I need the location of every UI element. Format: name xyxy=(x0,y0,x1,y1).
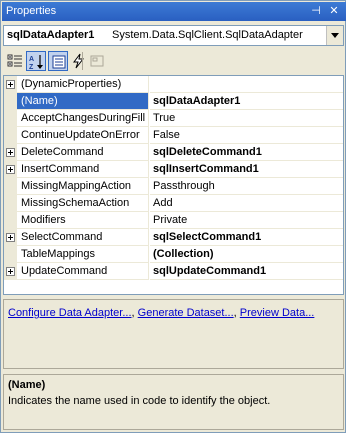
object-selector-dropdown-button[interactable] xyxy=(326,26,343,45)
property-name[interactable]: MissingSchemaAction xyxy=(17,195,149,212)
categorized-icon xyxy=(7,54,22,67)
property-row[interactable]: (DynamicProperties) xyxy=(4,76,343,93)
property-grid: (DynamicProperties) (Name) sqlDataAdapter1… xyxy=(3,75,344,295)
toolbar-separator xyxy=(82,52,83,70)
expand-icon[interactable] xyxy=(6,267,15,276)
property-name[interactable]: MissingMappingAction xyxy=(17,178,149,195)
property-value[interactable]: sqlUpdateCommand1 xyxy=(150,263,343,280)
property-row[interactable]: DeleteCommand sqlDeleteCommand1 xyxy=(4,144,343,161)
property-value[interactable]: sqlDataAdapter1 xyxy=(150,93,343,110)
object-selector[interactable]: sqlDataAdapter1 System.Data.SqlClient.Sq… xyxy=(3,25,344,46)
property-value[interactable] xyxy=(150,76,343,93)
close-icon[interactable]: ✕ xyxy=(327,5,341,18)
property-pages-button[interactable] xyxy=(87,51,107,71)
object-name: sqlDataAdapter1 xyxy=(7,29,95,41)
expand-icon[interactable] xyxy=(6,148,15,157)
property-row[interactable]: Modifiers Private xyxy=(4,212,343,229)
row-gutter xyxy=(4,76,17,93)
row-gutter xyxy=(4,212,17,229)
alphabetical-button[interactable]: A Z xyxy=(26,51,46,71)
property-pages-icon xyxy=(90,55,104,67)
alphabetical-icon: A Z xyxy=(29,55,43,70)
row-gutter xyxy=(4,263,17,280)
property-row[interactable]: ContinueUpdateOnError False xyxy=(4,127,343,144)
link-separator: , xyxy=(131,307,135,319)
expand-icon[interactable] xyxy=(6,233,15,242)
description-title: (Name) xyxy=(8,379,46,391)
svg-text:Z: Z xyxy=(29,64,34,70)
property-name[interactable]: (DynamicProperties) xyxy=(17,76,149,93)
commands-pane: Configure Data Adapter..., Generate Data… xyxy=(3,299,344,369)
property-value[interactable]: False xyxy=(150,127,343,144)
property-name[interactable]: AcceptChangesDuringFill xyxy=(17,110,149,127)
property-row[interactable]: MissingSchemaAction Add xyxy=(4,195,343,212)
property-name[interactable]: (Name) xyxy=(17,93,149,110)
row-gutter xyxy=(4,246,17,263)
property-name[interactable]: TableMappings xyxy=(17,246,149,263)
properties-button[interactable] xyxy=(48,51,68,71)
property-name[interactable]: SelectCommand xyxy=(17,229,149,246)
property-row[interactable]: (Name) sqlDataAdapter1 xyxy=(4,93,343,110)
chevron-down-icon xyxy=(331,33,339,38)
property-name[interactable]: Modifiers xyxy=(17,212,149,229)
row-gutter xyxy=(4,110,17,127)
property-row[interactable]: TableMappings (Collection) xyxy=(4,246,343,263)
row-gutter xyxy=(4,144,17,161)
property-name[interactable]: UpdateCommand xyxy=(17,263,149,280)
toolbar: A Z xyxy=(3,49,344,73)
row-gutter xyxy=(4,161,17,178)
property-row[interactable]: AcceptChangesDuringFill True xyxy=(4,110,343,127)
expand-icon[interactable] xyxy=(6,80,15,89)
property-value[interactable]: Private xyxy=(150,212,343,229)
property-value[interactable]: Passthrough xyxy=(150,178,343,195)
object-type: System.Data.SqlClient.SqlDataAdapter xyxy=(112,29,303,41)
property-value[interactable]: (Collection) xyxy=(150,246,343,263)
configure-data-adapter-link[interactable]: Configure Data Adapter... xyxy=(8,307,132,319)
preview-data-link[interactable]: Preview Data... xyxy=(240,307,315,319)
property-value[interactable]: sqlDeleteCommand1 xyxy=(150,144,343,161)
property-row[interactable]: SelectCommand sqlSelectCommand1 xyxy=(4,229,343,246)
row-gutter xyxy=(4,127,17,144)
events-icon xyxy=(73,53,85,69)
expand-icon[interactable] xyxy=(6,165,15,174)
row-gutter xyxy=(4,229,17,246)
row-gutter xyxy=(4,178,17,195)
property-value[interactable]: True xyxy=(150,110,343,127)
row-gutter xyxy=(4,93,17,110)
description-pane: (Name) Indicates the name used in code t… xyxy=(3,374,344,430)
svg-text:A: A xyxy=(29,56,34,63)
property-name[interactable]: InsertCommand xyxy=(17,161,149,178)
events-button[interactable] xyxy=(69,51,89,71)
link-separator: , xyxy=(233,307,237,319)
description-text: Indicates the name used in code to ident… xyxy=(8,395,271,407)
window-title: Properties xyxy=(6,5,57,17)
categorized-button[interactable] xyxy=(5,51,25,71)
property-row[interactable]: UpdateCommand sqlUpdateCommand1 xyxy=(4,263,343,280)
title-bar: Properties ⊣ ✕ xyxy=(2,2,346,21)
property-row[interactable]: InsertCommand sqlInsertCommand1 xyxy=(4,161,343,178)
property-name[interactable]: DeleteCommand xyxy=(17,144,149,161)
properties-window: Properties ⊣ ✕ sqlDataAdapter1 System.Da… xyxy=(0,0,346,433)
pin-icon[interactable]: ⊣ xyxy=(309,5,323,18)
property-value[interactable]: sqlInsertCommand1 xyxy=(150,161,343,178)
row-gutter xyxy=(4,195,17,212)
property-value[interactable]: sqlSelectCommand1 xyxy=(150,229,343,246)
property-row[interactable]: MissingMappingAction Passthrough xyxy=(4,178,343,195)
properties-icon xyxy=(52,55,66,69)
property-value[interactable]: Add xyxy=(150,195,343,212)
property-name[interactable]: ContinueUpdateOnError xyxy=(17,127,149,144)
generate-dataset-link[interactable]: Generate Dataset... xyxy=(138,307,234,319)
